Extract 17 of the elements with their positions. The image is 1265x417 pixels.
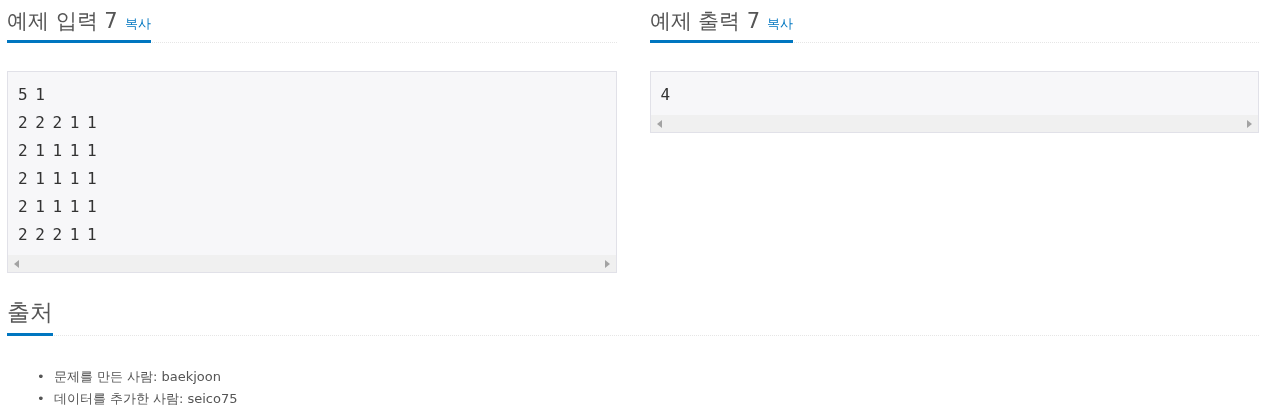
bullet: • xyxy=(37,390,45,408)
source-item: 문제를 만든 사람: baekjoon xyxy=(53,368,221,386)
scroll-left-icon[interactable] xyxy=(14,259,19,268)
horizontal-scrollbar[interactable] xyxy=(650,115,1258,132)
copy-link[interactable]: 복사 xyxy=(124,13,151,34)
scroll-right-icon[interactable] xyxy=(1247,119,1252,128)
section-title: 출처 xyxy=(7,299,53,327)
source-item: 데이터를 추가한 사람: seico75 xyxy=(53,390,238,408)
horizontal-scrollbar[interactable] xyxy=(8,255,616,272)
section-title: 예제 출력 7 xyxy=(649,8,761,34)
sample-text: 5 1 2 2 2 1 1 2 1 1 1 1 2 1 1 1 1 2 1 1 1 1 2 2 2 1 1 xyxy=(17,84,98,246)
sample-text: 4 xyxy=(659,84,672,106)
scroll-right-icon[interactable] xyxy=(604,259,610,268)
bullet: • xyxy=(37,368,45,386)
copy-link[interactable]: 복사 xyxy=(767,13,794,34)
scroll-left-icon[interactable] xyxy=(656,119,662,128)
section-title: 예제 입력 7 xyxy=(7,8,118,34)
